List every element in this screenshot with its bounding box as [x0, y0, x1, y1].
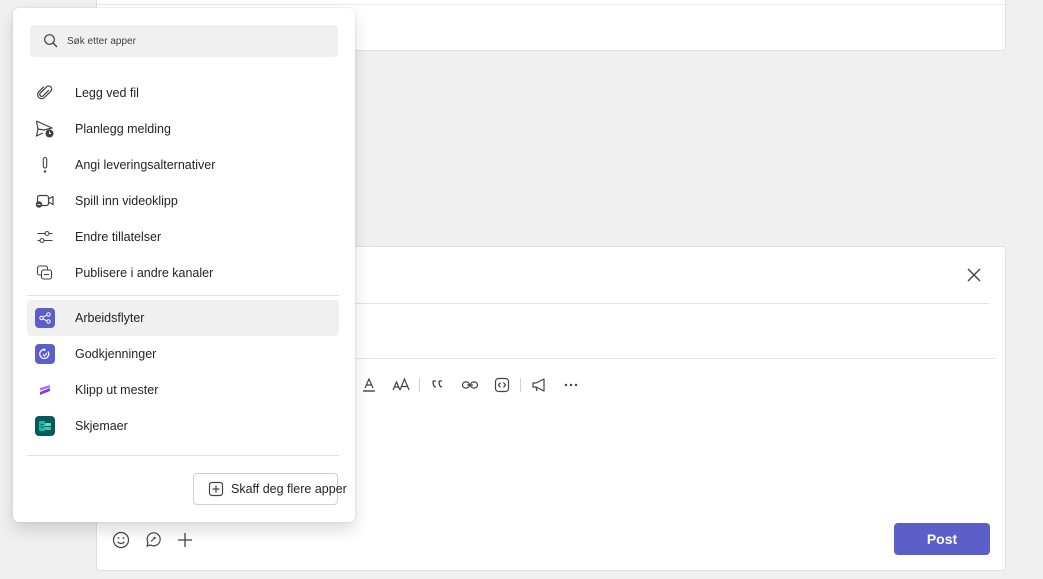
- format-toolbar: [353, 374, 587, 396]
- link-icon[interactable]: [454, 374, 486, 396]
- app-item-approvals[interactable]: Godkjenninger: [27, 336, 339, 372]
- add-icon[interactable]: [175, 530, 195, 550]
- quote-icon[interactable]: [422, 374, 454, 396]
- app-label: Arbeidsflyter: [75, 311, 145, 325]
- add-square-icon: [208, 480, 224, 498]
- copy-post-icon: [35, 263, 55, 283]
- app-label: Skjemaer: [75, 419, 128, 433]
- get-more-apps-button[interactable]: Skaff deg flere apper: [193, 473, 347, 505]
- toolbar-separator: [520, 378, 521, 392]
- get-more-apps-label: Skaff deg flere apper: [231, 482, 347, 496]
- sliders-icon: [35, 227, 55, 247]
- search-icon: [43, 33, 59, 49]
- code-snippet-icon[interactable]: [486, 374, 518, 396]
- more-options-icon[interactable]: [555, 374, 587, 396]
- menu-item-label: Legg ved fil: [75, 86, 139, 100]
- menu-item-record-video[interactable]: Spill inn videoklipp: [27, 183, 339, 219]
- app-item-forms[interactable]: Skjemaer: [27, 408, 339, 444]
- paperclip-icon: [35, 83, 55, 103]
- font-size-icon[interactable]: [385, 374, 417, 396]
- menu-item-attach-file[interactable]: Legg ved fil: [27, 75, 339, 111]
- app-label: Godkjenninger: [75, 347, 157, 361]
- app-item-workflows[interactable]: Arbeidsflyter: [27, 300, 339, 336]
- forms-icon: [35, 416, 55, 436]
- highlight-icon[interactable]: [353, 374, 385, 396]
- app-label: Klipp ut mester: [75, 383, 159, 397]
- app-search[interactable]: [30, 25, 338, 57]
- menu-item-label: Publisere i andre kanaler: [75, 266, 214, 280]
- app-item-clipchamp[interactable]: Klipp ut mester: [27, 372, 339, 408]
- menu-divider: [27, 295, 339, 296]
- approvals-icon: [35, 344, 55, 364]
- search-input[interactable]: [67, 35, 297, 47]
- announcement-icon[interactable]: [523, 374, 555, 396]
- menu-item-schedule-message[interactable]: Planlegg melding: [27, 111, 339, 147]
- menu-item-label: Spill inn videoklipp: [75, 194, 178, 208]
- menu-item-label: Planlegg melding: [75, 122, 171, 136]
- card-divider: [97, 4, 1005, 5]
- menu-item-change-permissions[interactable]: Endre tillatelser: [27, 219, 339, 255]
- video-clip-icon: [35, 191, 55, 211]
- send-clock-icon: [35, 119, 55, 139]
- menu-item-label: Angi leveringsalternativer: [75, 158, 216, 172]
- toolbar-separator: [419, 378, 420, 392]
- menu-item-delivery-options[interactable]: Angi leveringsalternativer: [27, 147, 339, 183]
- compose-actions: [111, 530, 195, 550]
- workflows-icon: [35, 308, 55, 328]
- loop-component-icon[interactable]: [143, 530, 163, 550]
- action-menu: Legg ved fil Planlegg melding Angi lever…: [27, 75, 339, 444]
- menu-item-label: Endre tillatelser: [75, 230, 162, 244]
- actions-and-apps-flyout: Legg ved fil Planlegg melding Angi lever…: [13, 8, 355, 522]
- footer-divider: [27, 455, 339, 456]
- clipchamp-icon: [35, 380, 55, 400]
- emoji-icon[interactable]: [111, 530, 131, 550]
- close-icon[interactable]: [963, 264, 985, 286]
- post-button[interactable]: Post: [894, 523, 990, 555]
- menu-item-post-other-channels[interactable]: Publisere i andre kanaler: [27, 255, 339, 291]
- exclamation-icon: [35, 155, 55, 175]
